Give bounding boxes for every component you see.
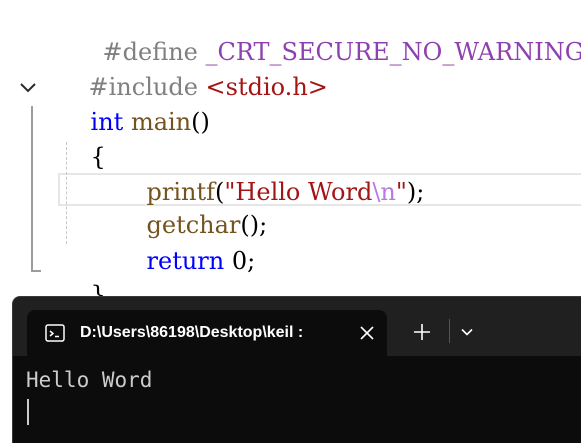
return-keyword: return	[146, 247, 225, 275]
close-icon[interactable]	[359, 325, 375, 341]
code-line-define[interactable]: #define _CRT_SECURE_NO_WARNINGS 1	[72, 0, 581, 66]
tab-title: D:\Users\86198\Desktop\keil :	[80, 324, 304, 341]
code-line-printf[interactable]: printf("Hello Word\n");	[116, 140, 425, 206]
terminal-tab[interactable]: D:\Users\86198\Desktop\keil :	[27, 310, 387, 356]
fold-guide	[31, 106, 33, 272]
chevron-down-icon[interactable]	[18, 78, 38, 98]
code-line-main[interactable]: int main()	[60, 70, 210, 136]
escape-sequence: \n	[372, 178, 396, 206]
terminal-window[interactable]: D:\Users\86198\Desktop\keil : Hello Word	[12, 296, 581, 443]
code-line-getchar[interactable]: getchar();	[116, 173, 268, 239]
function-name: main	[130, 108, 192, 136]
code-editor[interactable]: #define _CRT_SECURE_NO_WARNINGS 1 #inclu…	[0, 0, 581, 296]
toolbar-divider	[449, 319, 450, 343]
include-header: <stdio.h>	[205, 73, 328, 101]
code-line-include[interactable]: #include <stdio.h>	[58, 35, 328, 101]
string-close-quote: "	[395, 178, 407, 206]
code-line-close-brace[interactable]: }	[60, 243, 106, 296]
close-brace: }	[90, 281, 106, 296]
program-output: Hello Word	[26, 368, 153, 392]
params: ()	[191, 108, 210, 136]
return-value: 0	[231, 247, 248, 275]
plus-icon[interactable]	[413, 323, 431, 341]
code-line-open-brace[interactable]: {	[60, 105, 106, 171]
console-icon	[45, 324, 65, 342]
printf-close: );	[406, 178, 425, 206]
terminal-output-area[interactable]: Hello Word	[13, 356, 581, 443]
fold-guide-end	[31, 270, 41, 272]
indent-guide	[66, 142, 67, 244]
code-line-return[interactable]: return 0;	[116, 209, 256, 275]
return-semicolon: ;	[247, 247, 256, 275]
chevron-down-icon[interactable]	[459, 324, 475, 340]
text-cursor	[27, 399, 29, 425]
open-brace: {	[90, 143, 106, 171]
